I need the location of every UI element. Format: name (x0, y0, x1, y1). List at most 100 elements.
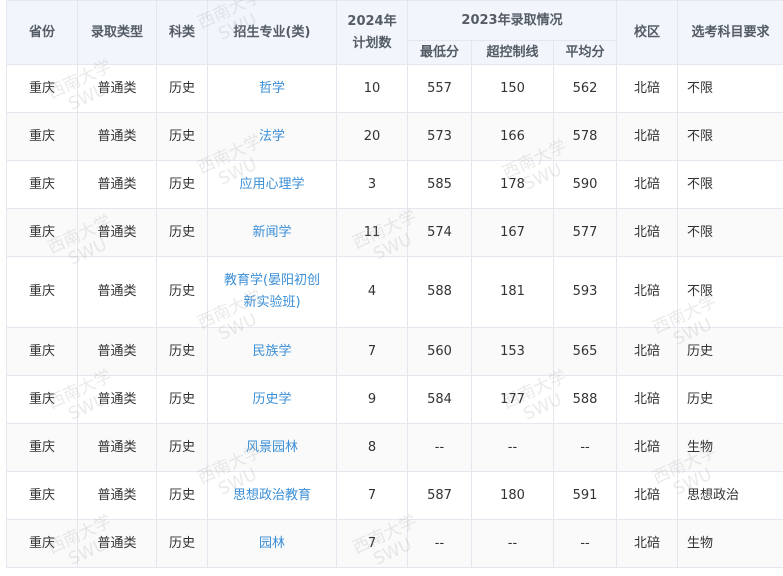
cell-major: 风景园林 (208, 424, 337, 472)
header-min-score: 最低分 (408, 41, 472, 65)
table-row: 重庆 普通类 历史 思想政治教育 7 587 180 591 北碚 思想政治 (7, 472, 783, 520)
cell-province: 重庆 (7, 520, 78, 568)
header-province: 省份 (7, 1, 78, 65)
cell-type: 普通类 (78, 257, 157, 328)
major-link[interactable]: 民族学 (252, 344, 291, 359)
major-link[interactable]: 法学 (259, 129, 285, 144)
cell-plan: 3 (337, 161, 408, 209)
cell-type: 普通类 (78, 520, 157, 568)
cell-plan: 10 (337, 65, 408, 113)
header-control-line: 超控制线 (472, 41, 554, 65)
cell-province: 重庆 (7, 424, 78, 472)
cell-over: 166 (472, 113, 554, 161)
cell-plan: 8 (337, 424, 408, 472)
table-row: 重庆 普通类 历史 历史学 9 584 177 588 北碚 历史 (7, 376, 783, 424)
cell-province: 重庆 (7, 161, 78, 209)
table-row: 重庆 普通类 历史 园林 7 -- -- -- 北碚 生物 (7, 520, 783, 568)
cell-major: 哲学 (208, 65, 337, 113)
cell-over: 177 (472, 376, 554, 424)
cell-major: 民族学 (208, 328, 337, 376)
cell-min: 560 (408, 328, 472, 376)
cell-major: 园林 (208, 520, 337, 568)
cell-avg: 591 (554, 472, 617, 520)
cell-province: 重庆 (7, 376, 78, 424)
cell-plan: 7 (337, 520, 408, 568)
cell-over: -- (472, 520, 554, 568)
cell-category: 历史 (157, 520, 208, 568)
cell-over: 153 (472, 328, 554, 376)
admission-table: 省份 录取类型 科类 招生专业(类) 2024年 计划数 2023年录取情况 校… (6, 0, 783, 568)
cell-category: 历史 (157, 424, 208, 472)
major-link[interactable]: 风景园林 (246, 440, 298, 455)
cell-avg: -- (554, 424, 617, 472)
header-plan: 2024年 计划数 (337, 1, 408, 65)
cell-campus: 北碚 (617, 161, 678, 209)
cell-campus: 北碚 (617, 376, 678, 424)
cell-category: 历史 (157, 113, 208, 161)
cell-province: 重庆 (7, 257, 78, 328)
cell-category: 历史 (157, 472, 208, 520)
cell-req: 不限 (678, 161, 783, 209)
cell-type: 普通类 (78, 376, 157, 424)
cell-avg: 577 (554, 209, 617, 257)
cell-campus: 北碚 (617, 472, 678, 520)
cell-min: -- (408, 520, 472, 568)
cell-min: 585 (408, 161, 472, 209)
cell-type: 普通类 (78, 328, 157, 376)
cell-category: 历史 (157, 161, 208, 209)
cell-over: 167 (472, 209, 554, 257)
admission-table-container: 省份 录取类型 科类 招生专业(类) 2024年 计划数 2023年录取情况 校… (6, 0, 783, 568)
major-link[interactable]: 应用心理学 (239, 177, 304, 192)
cell-type: 普通类 (78, 424, 157, 472)
cell-avg: 565 (554, 328, 617, 376)
header-plan-label: 计划数 (341, 33, 403, 55)
cell-category: 历史 (157, 376, 208, 424)
table-row: 重庆 普通类 历史 应用心理学 3 585 178 590 北碚 不限 (7, 161, 783, 209)
cell-category: 历史 (157, 209, 208, 257)
cell-avg: -- (554, 520, 617, 568)
major-link[interactable]: 思想政治教育 (233, 488, 311, 503)
cell-campus: 北碚 (617, 328, 678, 376)
major-link[interactable]: 园林 (259, 536, 285, 551)
header-plan-year: 2024年 (341, 11, 403, 33)
cell-campus: 北碚 (617, 257, 678, 328)
cell-plan: 20 (337, 113, 408, 161)
cell-plan: 7 (337, 472, 408, 520)
cell-avg: 562 (554, 65, 617, 113)
cell-type: 普通类 (78, 113, 157, 161)
cell-req: 不限 (678, 257, 783, 328)
cell-major: 新闻学 (208, 209, 337, 257)
cell-req: 历史 (678, 328, 783, 376)
cell-plan: 7 (337, 328, 408, 376)
table-row: 重庆 普通类 历史 风景园林 8 -- -- -- 北碚 生物 (7, 424, 783, 472)
cell-min: 573 (408, 113, 472, 161)
cell-type: 普通类 (78, 209, 157, 257)
cell-type: 普通类 (78, 161, 157, 209)
cell-min: 587 (408, 472, 472, 520)
cell-min: 574 (408, 209, 472, 257)
cell-plan: 4 (337, 257, 408, 328)
header-group-2023: 2023年录取情况 (408, 1, 617, 41)
cell-campus: 北碚 (617, 113, 678, 161)
header-avg-score: 平均分 (554, 41, 617, 65)
major-link-line2: 新实验班) (243, 295, 300, 310)
cell-req: 历史 (678, 376, 783, 424)
major-link[interactable]: 教育学(晏阳初创新实验班) (224, 273, 320, 310)
header-campus: 校区 (617, 1, 678, 65)
cell-req: 不限 (678, 209, 783, 257)
cell-over: 150 (472, 65, 554, 113)
cell-province: 重庆 (7, 328, 78, 376)
cell-over: 181 (472, 257, 554, 328)
cell-campus: 北碚 (617, 65, 678, 113)
cell-over: 180 (472, 472, 554, 520)
cell-category: 历史 (157, 65, 208, 113)
cell-avg: 593 (554, 257, 617, 328)
cell-min: 557 (408, 65, 472, 113)
cell-category: 历史 (157, 257, 208, 328)
major-link[interactable]: 历史学 (252, 392, 291, 407)
major-link[interactable]: 新闻学 (252, 225, 291, 240)
header-admission-type: 录取类型 (78, 1, 157, 65)
table-row: 重庆 普通类 历史 法学 20 573 166 578 北碚 不限 (7, 113, 783, 161)
major-link[interactable]: 哲学 (259, 81, 285, 96)
cell-min: 584 (408, 376, 472, 424)
